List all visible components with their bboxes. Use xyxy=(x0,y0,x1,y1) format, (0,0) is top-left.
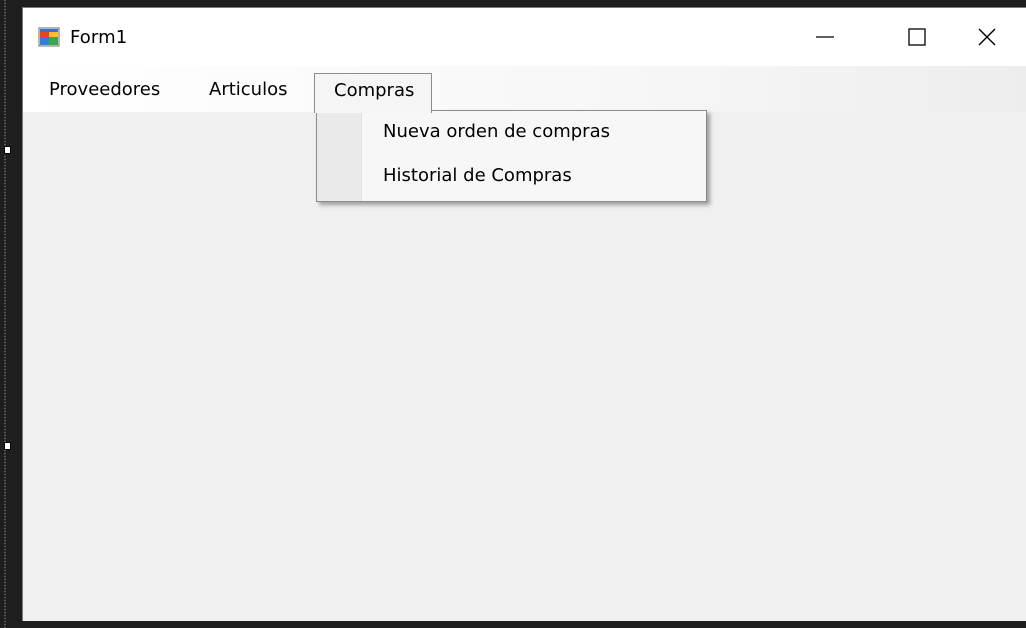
form-window: Form1 Proveedores Articulos Compras Nuev… xyxy=(22,7,1026,621)
resize-handle-top[interactable] xyxy=(4,146,11,154)
menu-item-historial[interactable]: Historial de Compras xyxy=(383,165,572,186)
menu-compras[interactable]: Compras xyxy=(314,73,433,113)
compras-dropdown-menu: Nueva orden de compras Historial de Comp… xyxy=(316,110,707,202)
resize-handle-bottom[interactable] xyxy=(4,442,11,450)
selection-border xyxy=(4,0,6,628)
menu-icon-gutter xyxy=(317,111,362,201)
minimize-icon xyxy=(816,36,834,38)
title-bar[interactable]: Form1 xyxy=(23,8,1026,66)
designer-surface-edge xyxy=(0,0,11,628)
close-icon xyxy=(978,28,996,46)
winforms-app-icon xyxy=(38,27,60,47)
close-button[interactable] xyxy=(947,8,1026,66)
menu-strip: Proveedores Articulos Compras xyxy=(23,66,1026,113)
menu-item-nueva-orden[interactable]: Nueva orden de compras xyxy=(383,121,610,142)
menu-proveedores[interactable]: Proveedores xyxy=(37,72,172,108)
maximize-icon xyxy=(908,28,926,46)
window-title: Form1 xyxy=(70,27,128,48)
minimize-button[interactable] xyxy=(779,8,871,66)
menu-articulos[interactable]: Articulos xyxy=(197,72,299,108)
